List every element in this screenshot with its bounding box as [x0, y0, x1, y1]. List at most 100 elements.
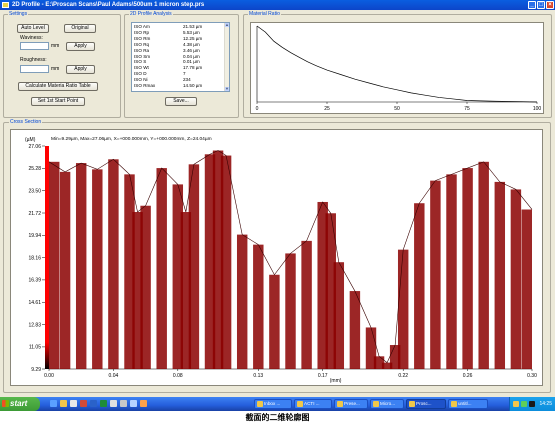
listbox-scrollbar[interactable]: ▲ ▼	[224, 23, 229, 91]
roughness-label: Roughness:	[20, 57, 47, 63]
scroll-down-icon[interactable]: ▼	[225, 87, 229, 91]
network-icon[interactable]	[513, 401, 519, 407]
profile-bar	[301, 240, 312, 369]
analysis-row-name: ISO Rp	[134, 29, 150, 35]
task-untitled[interactable]: untitl...	[448, 399, 488, 409]
analysis-listbox[interactable]: ISO Am 21.53 µm ISO Rp 5.53 µm ISO Rm 12.25 µ…	[131, 22, 230, 92]
x-tick-label: 0.04	[109, 373, 119, 379]
analysis-row[interactable]: ISO Rp 5.53 µm	[134, 29, 229, 35]
analysis-row-value: 7	[183, 71, 186, 77]
material-ratio-plot: 0 25 50 75 100	[256, 25, 542, 112]
analysis-row-value: 14.50 µm	[183, 83, 203, 88]
printer-icon[interactable]	[120, 400, 127, 407]
windows-logo-icon	[2, 400, 9, 407]
save-button[interactable]: Save...	[165, 97, 197, 106]
analysis-row-name: ISO Wt	[134, 65, 149, 71]
task-inbox[interactable]: Inbox ...	[254, 399, 292, 409]
window-client: Settings Auto Level Original Waviness: m…	[0, 10, 555, 397]
cross-section-chart: Min=9.29µm, Max=27.06µm, X=+000.000mm, Y…	[10, 129, 543, 386]
calculator-icon[interactable]	[110, 400, 117, 407]
analysis-row[interactable]: ISO S 0.01 µm	[134, 59, 229, 65]
profile-bar	[462, 168, 473, 369]
window-icon	[373, 401, 379, 407]
analysis-row[interactable]: ISO Rm 12.25 µm	[134, 35, 229, 41]
minimize-button[interactable]: _	[528, 1, 536, 9]
waviness-input[interactable]	[20, 42, 49, 50]
analysis-row[interactable]: ISO Sm 0.04 µm	[134, 53, 229, 59]
analysis-row-name: ISO Am	[134, 24, 150, 29]
word-icon[interactable]	[90, 400, 97, 407]
height-color-scale	[45, 146, 49, 369]
cross-section-info: Min=9.29µm, Max=27.06µm, X=+000.000mm, Y…	[51, 136, 212, 142]
y-tick-label: 19.94	[28, 233, 41, 239]
browser-icon[interactable]	[50, 400, 57, 407]
x-tick-label: 0.08	[173, 373, 183, 379]
roughness-input[interactable]	[20, 65, 49, 73]
waviness-label: Waviness:	[20, 35, 43, 41]
maximize-button[interactable]: □	[537, 1, 545, 9]
analysis-row[interactable]: ISO Ni 234	[134, 77, 229, 83]
y-tick-label: 11.05	[29, 345, 41, 351]
taskbar: start Inbox ... ACTI ... Prese... Micro.…	[0, 397, 555, 411]
x-tick-label: 0.30	[527, 373, 537, 379]
profile-bar	[333, 262, 345, 369]
excel-icon[interactable]	[100, 400, 107, 407]
analysis-row-name: ISO Rmax	[134, 83, 156, 88]
calculate-material-ratio-button[interactable]: Calculate Materia Ratio Table	[18, 82, 98, 91]
app-icon	[2, 2, 9, 8]
set-start-point-button[interactable]: Set 1st Start Point	[31, 97, 85, 106]
quicklaunch-app-icon[interactable]	[140, 400, 147, 407]
analysis-row[interactable]: ISO Rq 4.38 µm	[134, 42, 229, 47]
x-tick-label: 0.17	[318, 373, 328, 379]
volume-icon[interactable]	[529, 401, 535, 407]
folder-icon[interactable]	[60, 400, 67, 407]
scroll-up-icon[interactable]: ▲	[225, 23, 229, 27]
profile-bar	[349, 291, 361, 369]
analysis-row-value: 12.25 µm	[183, 35, 203, 41]
y-tick-label: 21.72	[28, 211, 41, 217]
start-button[interactable]: start	[0, 397, 40, 411]
x-tick-label: 0.00	[44, 373, 54, 379]
analysis-row[interactable]: ISO Wt 17.78 µm	[134, 65, 229, 71]
task-proscan[interactable]: Prosc...	[406, 399, 446, 409]
task-acti[interactable]: ACTI ...	[294, 399, 332, 409]
analysis-row[interactable]: ISO Am 21.53 µm	[134, 24, 229, 29]
y-tick-label: 14.61	[28, 300, 41, 306]
x-tick-label: 0.26	[463, 373, 473, 379]
desktop-icon[interactable]	[70, 400, 77, 407]
analysis-row[interactable]: ISO Ra 3.46 µm	[134, 47, 229, 53]
profile-bar	[75, 163, 87, 369]
folder-icon	[337, 401, 343, 407]
task-prese[interactable]: Prese...	[334, 399, 368, 409]
task-micro[interactable]: Micro...	[370, 399, 404, 409]
profile-bar	[510, 189, 522, 369]
analysis-row-name: ISO Ni	[134, 77, 148, 83]
auto-level-button[interactable]: Auto Level	[17, 24, 49, 33]
profile-bar	[253, 244, 264, 369]
analysis-row-name: ISO Rm	[134, 35, 151, 41]
window-title-bar: 2D Profile - E:\Proscan Scans\Paul Adams…	[0, 0, 555, 10]
material-ratio-chart: 0 25 50 75 100	[250, 22, 544, 114]
roughness-apply-button[interactable]: Apply	[66, 65, 95, 74]
profile-bar	[285, 253, 296, 369]
y-tick-label: 23.50	[28, 188, 41, 194]
analysis-row-name: ISO Ra	[134, 47, 150, 53]
analysis-row[interactable]: ISO D 7	[134, 71, 229, 77]
analysis-row-name: ISO S	[134, 59, 147, 65]
start-label: start	[10, 399, 28, 408]
waviness-apply-button[interactable]: Apply	[66, 42, 95, 51]
settings-group-label: Settings	[8, 11, 29, 17]
analysis-row-name: ISO Sm	[134, 53, 151, 59]
profile-bar	[521, 209, 532, 369]
close-button[interactable]: ×	[546, 1, 554, 9]
profile-bar	[220, 155, 232, 369]
office-icon[interactable]	[80, 400, 87, 407]
analysis-row[interactable]: ISO Rmax 14.50 µm	[134, 83, 229, 88]
media-icon[interactable]	[130, 400, 137, 407]
original-button[interactable]: Original	[64, 24, 96, 33]
mr-x-tick-label: 100	[533, 106, 542, 112]
y-axis-unit: (µM)	[25, 137, 36, 143]
cross-section-group-label: Cross Section	[9, 119, 43, 125]
waviness-unit: mm	[51, 43, 60, 49]
security-icon[interactable]	[521, 401, 527, 407]
